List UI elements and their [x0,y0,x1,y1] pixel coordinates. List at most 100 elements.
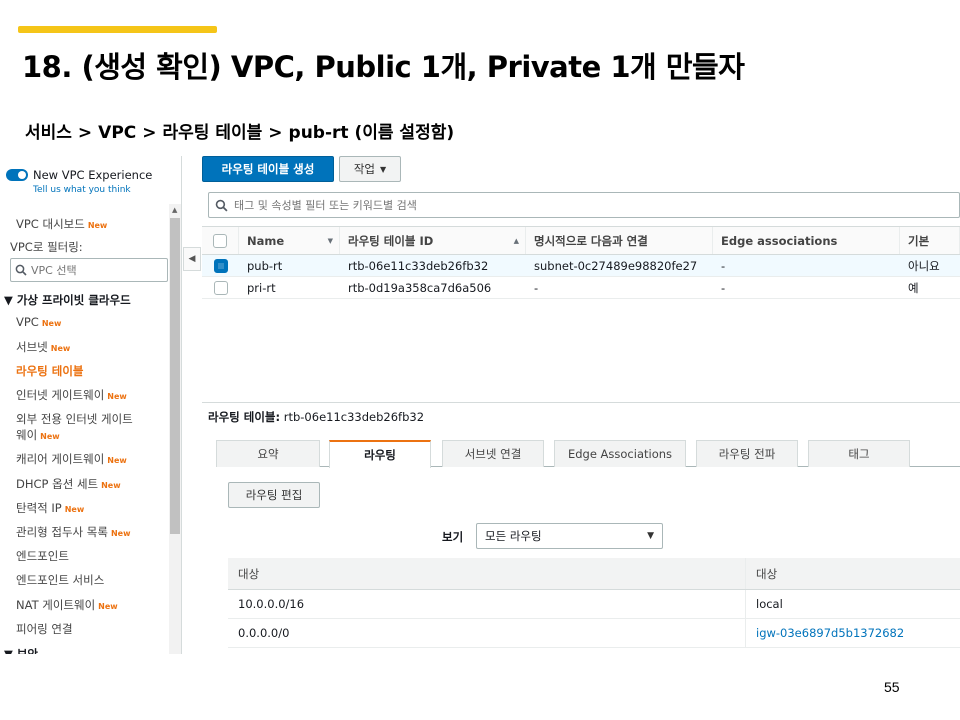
new-badge: New [87,221,108,230]
search-input[interactable] [234,198,934,212]
sidebar-item-internet-gateways[interactable]: 인터넷 게이트웨이 New [16,387,127,403]
sidebar-item-label: VPC 대시보드 [16,217,85,231]
sidebar-item-route-tables[interactable]: 라우팅 테이블 [16,363,83,379]
vpc-filter-label: VPC로 필터링: [10,240,83,254]
new-badge: New [40,432,60,441]
column-label: 라우팅 테이블 ID [348,233,434,248]
cell-destination: 0.0.0.0/0 [228,619,746,647]
sidebar-item-vpc[interactable]: VPC New [16,315,61,329]
view-routes-select[interactable]: 모든 라우팅 ▼ [476,523,663,549]
tab-tags[interactable]: 태그 [808,440,910,467]
cell-explicit-association: - [534,280,539,295]
sidebar-item-dashboard[interactable]: VPC 대시보드 New [16,216,107,232]
sidebar-item-endpoints[interactable]: 엔드포인트 [16,548,69,564]
sidebar-item-dhcp-options[interactable]: DHCP 옵션 세트 New [16,476,121,492]
select-all-cell[interactable] [202,227,239,254]
actions-label: 작업 [353,162,375,176]
chevron-left-icon: ◀ [188,254,196,264]
cell-explicit-association: subnet-0c27489e98820fe27 [534,258,698,273]
new-vpc-experience-toggle-row[interactable]: New VPC Experience [6,168,152,182]
sidebar-item-prefix-lists[interactable]: 관리형 접두사 목록 New [16,524,130,540]
sort-ascending-icon[interactable]: ▲ [514,237,519,245]
sidebar-item-label: 서브넷 [16,340,48,354]
select-all-checkbox[interactable] [213,233,227,248]
sort-icon[interactable]: ▼ [328,237,333,245]
table-row[interactable]: pub-rt rtb-06e11c33deb26fb32 subnet-0c27… [202,255,960,277]
sidebar-item-egress-only-igw[interactable]: 외부 전용 인터넷 게이트 [16,411,133,427]
route-tables-grid: Name ▼ 라우팅 테이블 ID ▲ 명시적으로 다음과 연결 Edge asso… [202,226,960,299]
sidebar-item-label: VPC [16,315,39,329]
search-icon [15,264,27,276]
row-checkbox[interactable] [213,280,228,295]
breadcrumb: 서비스 > VPC > 라우팅 테이블 > pub-rt (이름 설정함) [25,118,454,143]
collapse-sidebar-button[interactable]: ◀ [183,247,201,271]
new-badge: New [110,529,131,538]
tab-summary[interactable]: 요약 [216,440,320,467]
edit-routes-button[interactable]: 라우팅 편집 [228,482,320,508]
route-table-search[interactable] [208,192,960,218]
vpc-filter-input[interactable] [31,263,161,277]
sidebar-item-label: 탄력적 IP [16,501,62,515]
cell-name: pub-rt [247,258,283,273]
column-header-main[interactable]: 기본 [900,227,960,254]
vpc-filter-select[interactable] [10,258,168,282]
sidebar-section-security[interactable]: ▼ 보안 [4,646,38,654]
tab-routes[interactable]: 라우팅 [329,440,431,468]
column-label: Name [247,233,285,248]
scroll-up-icon[interactable]: ▲ [172,206,177,214]
new-badge: New [50,344,71,353]
sidebar-item-subnets[interactable]: 서브넷 New [16,339,70,355]
sidebar-item-label: DHCP 옵션 세트 [16,477,99,491]
column-label: Edge associations [721,233,838,248]
scrollbar-thumb[interactable] [170,218,180,534]
feedback-link[interactable]: Tell us what you think [33,185,131,195]
column-header-explicit-association[interactable]: 명시적으로 다음과 연결 [526,227,713,254]
sidebar-item-endpoint-services[interactable]: 엔드포인트 서비스 [16,572,104,588]
column-header-route-table-id[interactable]: 라우팅 테이블 ID ▲ [340,227,526,254]
cell-route-table-id: rtb-06e11c33deb26fb32 [348,258,489,273]
tab-edge-associations[interactable]: Edge Associations [554,440,686,467]
create-route-table-button[interactable]: 라우팅 테이블 생성 [202,156,334,182]
breadcrumb-separator: > [142,123,157,143]
table-row[interactable]: pri-rt rtb-0d19a358ca7d6a506 - - 예 [202,277,960,299]
grid-header-row: Name ▼ 라우팅 테이블 ID ▲ 명시적으로 다음과 연결 Edge asso… [202,227,960,255]
sidebar-item-label: 웨이 [16,428,38,442]
column-header-name[interactable]: Name ▼ [239,227,340,254]
actions-button[interactable]: 작업 ▼ [339,156,401,182]
tab-subnet-associations[interactable]: 서브넷 연결 [442,440,544,467]
breadcrumb-separator: > [268,123,283,143]
detail-label: 라우팅 테이블: [208,410,281,424]
sidebar-item-egress-only-igw-cont[interactable]: 웨이 New [16,427,60,443]
new-badge: New [107,392,127,401]
view-label: 보기 [442,530,464,544]
sidebar-item-label: 라우팅 테이블 [16,364,84,378]
aws-console-screenshot: New VPC Experience Tell us what you thin… [0,156,960,654]
sidebar-section-vpc[interactable]: ▼ 가상 프라이빗 클라우드 [4,292,131,308]
row-checkbox-checked[interactable] [213,258,228,273]
page-number: 55 [884,679,900,695]
tab-route-propagation[interactable]: 라우팅 전파 [696,440,798,467]
new-badge: New [101,481,121,490]
breadcrumb-vpc: VPC [98,123,137,143]
row-select-cell[interactable] [202,277,239,298]
sidebar-scrollbar[interactable] [169,204,181,654]
new-vpc-experience-label: New VPC Experience [33,168,153,182]
row-select-cell[interactable] [202,255,239,276]
dropdown-arrow-icon: ▼ [647,531,654,541]
title-accent-bar [18,26,217,33]
sidebar-item-nat-gateways[interactable]: NAT 게이트웨이 New [16,597,118,613]
split-pane-divider[interactable] [202,402,960,403]
column-header-edge-associations[interactable]: Edge associations [713,227,900,254]
sidebar-item-label: 관리형 접두사 목록 [16,525,108,539]
sidebar-item-peering[interactable]: 피어링 연결 [16,621,73,637]
cell-target-link[interactable]: igw-03e6897d5b1372682 [746,619,960,647]
sidebar-item-label: 외부 전용 인터넷 게이트 [16,412,133,426]
sidebar-item-elastic-ip[interactable]: 탄력적 IP New [16,500,84,516]
view-select-value: 모든 라우팅 [485,529,542,543]
toggle-switch-icon[interactable] [6,169,28,181]
column-header-destination: 대상 [228,558,746,589]
sidebar-item-carrier-gateways[interactable]: 캐리어 게이트웨이 New [16,451,127,467]
breadcrumb-route-tables: 라우팅 테이블 [162,123,263,143]
breadcrumb-pub-rt: pub-rt (이름 설정함) [288,123,455,143]
sidebar-item-label: 엔드포인트 [16,549,69,563]
